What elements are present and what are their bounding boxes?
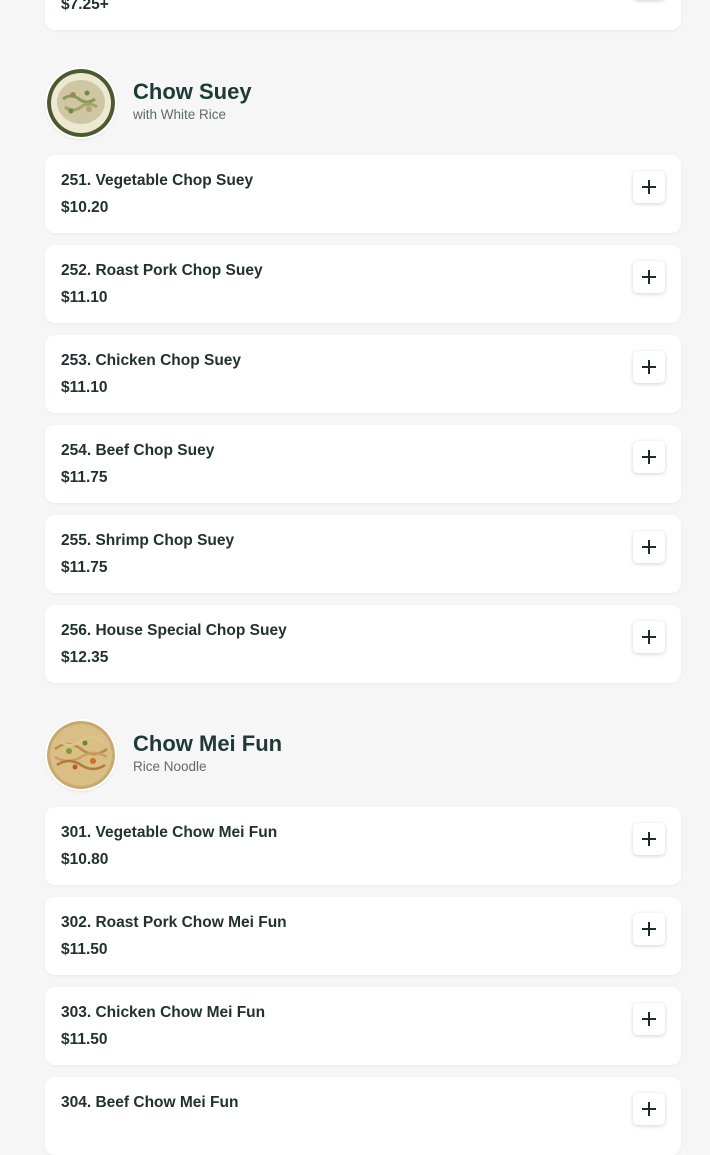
item-price: $11.50 bbox=[61, 941, 108, 958]
plus-icon bbox=[642, 450, 656, 464]
item-name: 301. Vegetable Chow Mei Fun bbox=[61, 824, 278, 841]
item-name: 253. Chicken Chop Suey bbox=[61, 352, 242, 369]
item-name: 251. Vegetable Chop Suey bbox=[61, 172, 254, 189]
item-name: 302. Roast Pork Chow Mei Fun bbox=[61, 914, 287, 931]
item-price: $7.25+ bbox=[61, 0, 109, 13]
add-item-button[interactable] bbox=[633, 351, 665, 383]
section-header-chow-suey: Chow Suey with White Rice bbox=[45, 69, 681, 139]
item-price: $11.75 bbox=[61, 469, 108, 486]
menu-item-card[interactable]: 252. Roast Pork Chop Suey $11.10 bbox=[45, 245, 681, 323]
menu-item-card[interactable]: 301. Vegetable Chow Mei Fun $10.80 bbox=[45, 807, 681, 885]
section-title: Chow Suey bbox=[133, 79, 252, 104]
menu-item-card[interactable]: 254. Beef Chop Suey $11.75 bbox=[45, 425, 681, 503]
item-price: $11.50 bbox=[61, 1031, 108, 1048]
mei-fun-dish-photo-icon bbox=[47, 721, 115, 789]
add-item-button[interactable] bbox=[633, 621, 665, 653]
add-item-button[interactable] bbox=[633, 441, 665, 473]
menu-item-card[interactable]: 302. Roast Pork Chow Mei Fun $11.50 bbox=[45, 897, 681, 975]
item-name: 254. Beef Chop Suey bbox=[61, 442, 215, 459]
item-price: $10.80 bbox=[61, 851, 109, 868]
item-name: 255. Shrimp Chop Suey bbox=[61, 532, 235, 549]
add-item-button[interactable] bbox=[633, 531, 665, 563]
menu-item-card[interactable]: $7.25+ bbox=[45, 0, 681, 30]
menu-item-card[interactable]: 253. Chicken Chop Suey $11.10 bbox=[45, 335, 681, 413]
plus-icon bbox=[642, 922, 656, 936]
item-price: $11.10 bbox=[61, 289, 108, 306]
chop-suey-dish-photo-icon bbox=[47, 69, 115, 137]
item-price: $12.35 bbox=[61, 649, 109, 666]
section-title: Chow Mei Fun bbox=[133, 731, 283, 756]
menu-item-card[interactable]: 255. Shrimp Chop Suey $11.75 bbox=[45, 515, 681, 593]
add-item-button[interactable] bbox=[633, 1093, 665, 1125]
item-price: $11.75 bbox=[61, 559, 108, 576]
item-name: 256. House Special Chop Suey bbox=[61, 622, 287, 639]
menu-item-card[interactable]: 303. Chicken Chow Mei Fun $11.50 bbox=[45, 987, 681, 1065]
menu-item-card[interactable]: 256. House Special Chop Suey $12.35 bbox=[45, 605, 681, 683]
add-item-button[interactable] bbox=[633, 823, 665, 855]
add-item-button[interactable] bbox=[633, 1003, 665, 1035]
item-name: 303. Chicken Chow Mei Fun bbox=[61, 1004, 266, 1021]
plus-icon bbox=[642, 540, 656, 554]
plus-icon bbox=[642, 270, 656, 284]
add-item-button[interactable] bbox=[633, 913, 665, 945]
add-item-button[interactable] bbox=[633, 171, 665, 203]
plus-icon bbox=[642, 180, 656, 194]
plus-icon bbox=[642, 832, 656, 846]
plus-icon bbox=[642, 1012, 656, 1026]
item-price: $10.20 bbox=[61, 199, 109, 216]
section-header-chow-mei-fun: Chow Mei Fun Rice Noodle bbox=[45, 721, 681, 791]
plus-icon bbox=[642, 1102, 656, 1116]
section-subtitle: Rice Noodle bbox=[133, 759, 207, 774]
add-item-button[interactable] bbox=[633, 261, 665, 293]
plus-icon bbox=[642, 630, 656, 644]
menu-item-card[interactable]: 251. Vegetable Chop Suey $10.20 bbox=[45, 155, 681, 233]
item-price: $11.10 bbox=[61, 379, 108, 396]
section-subtitle: with White Rice bbox=[133, 107, 227, 122]
plus-icon bbox=[642, 360, 656, 374]
item-name: 304. Beef Chow Mei Fun bbox=[61, 1094, 239, 1111]
item-name: 252. Roast Pork Chop Suey bbox=[61, 262, 263, 279]
menu-item-card[interactable]: 304. Beef Chow Mei Fun bbox=[45, 1077, 681, 1155]
